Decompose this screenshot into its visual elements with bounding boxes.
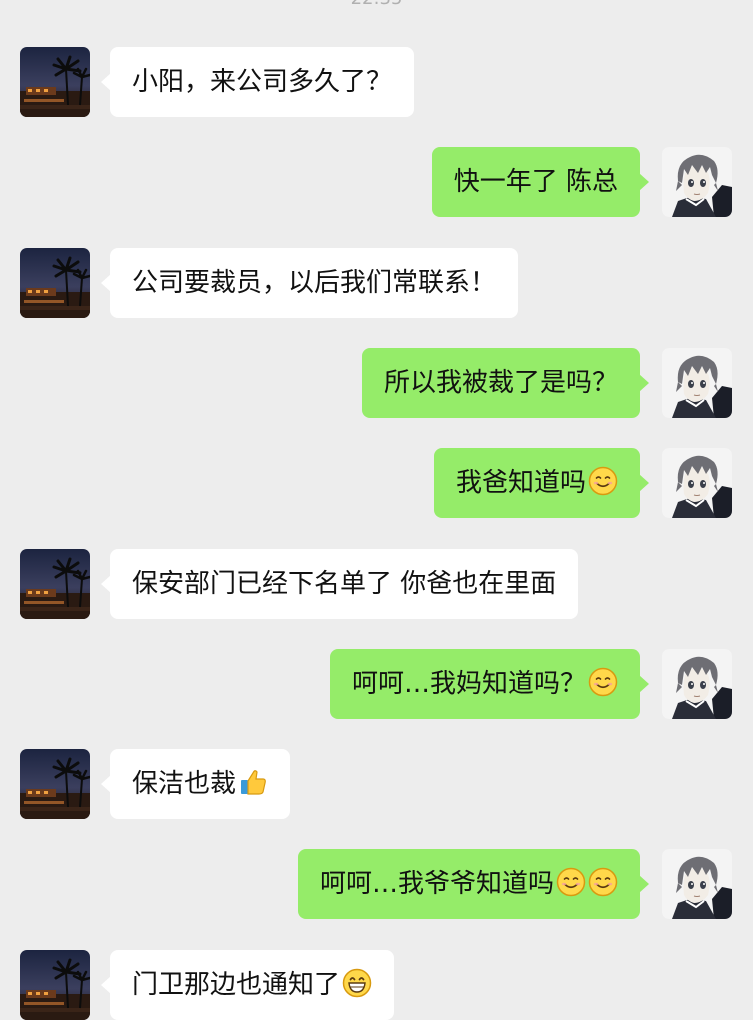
sent-message-bubble[interactable]: 快一年了 陈总 xyxy=(431,147,650,217)
message-text: 快一年了 陈总 xyxy=(453,167,618,197)
message-text: 呵呵…我爷爷知道吗 xyxy=(319,869,554,899)
message-row: 公司要裁员，以后我们常联系！ xyxy=(0,248,753,318)
palm-sunset-avatar-icon[interactable] xyxy=(20,950,90,1020)
message-row: 呵呵…我妈知道吗？ xyxy=(0,649,753,719)
smile-emoji-icon xyxy=(588,867,618,897)
message-text: 我爸知道吗 xyxy=(455,468,586,498)
thumbs-up-emoji-icon xyxy=(238,767,268,797)
message-row: 保洁也裁 xyxy=(0,749,753,819)
received-message-bubble[interactable]: 保安部门已经下名单了 你爸也在里面 xyxy=(100,549,579,619)
message-text: 门卫那边也通知了 xyxy=(132,970,341,1000)
message-text: 呵呵…我妈知道吗？ xyxy=(351,669,586,699)
received-message-bubble[interactable]: 保洁也裁 xyxy=(100,749,291,819)
anime-boy-avatar-icon[interactable] xyxy=(662,448,732,518)
anime-boy-avatar-icon[interactable] xyxy=(662,849,732,919)
received-message-bubble[interactable]: 小阳，来公司多久了？ xyxy=(100,47,415,117)
message-text: 保洁也裁 xyxy=(132,769,237,799)
anime-boy-avatar-icon[interactable] xyxy=(662,348,732,418)
received-message-bubble[interactable]: 公司要裁员，以后我们常联系！ xyxy=(100,248,519,318)
message-row: 所以我被裁了是吗？ xyxy=(0,348,753,418)
grin-emoji-icon xyxy=(342,968,372,998)
smile-emoji-icon xyxy=(556,867,586,897)
timestamp: 22:35 xyxy=(0,0,753,9)
anime-boy-avatar-icon[interactable] xyxy=(662,147,732,217)
message-row: 我爸知道吗 xyxy=(0,448,753,518)
sent-message-bubble[interactable]: 我爸知道吗 xyxy=(433,448,650,518)
sent-message-bubble[interactable]: 呵呵…我妈知道吗？ xyxy=(329,649,650,719)
smile-emoji-icon xyxy=(588,667,618,697)
received-message-bubble[interactable]: 门卫那边也通知了 xyxy=(100,950,395,1020)
message-text: 公司要裁员，以后我们常联系！ xyxy=(132,268,497,298)
message-row: 门卫那边也通知了 xyxy=(0,950,753,1020)
anime-boy-avatar-icon[interactable] xyxy=(662,649,732,719)
message-text: 小阳，来公司多久了？ xyxy=(132,67,393,97)
sent-message-bubble[interactable]: 呵呵…我爷爷知道吗 xyxy=(297,849,650,919)
message-text: 保安部门已经下名单了 你爸也在里面 xyxy=(132,569,557,599)
message-row: 快一年了 陈总 xyxy=(0,147,753,217)
palm-sunset-avatar-icon[interactable] xyxy=(20,47,90,117)
smile-emoji-icon xyxy=(588,466,618,496)
palm-sunset-avatar-icon[interactable] xyxy=(20,549,90,619)
message-row: 呵呵…我爷爷知道吗 xyxy=(0,849,753,919)
message-text: 所以我被裁了是吗？ xyxy=(383,368,618,398)
message-row: 保安部门已经下名单了 你爸也在里面 xyxy=(0,549,753,619)
message-row: 小阳，来公司多久了？ xyxy=(0,47,753,117)
palm-sunset-avatar-icon[interactable] xyxy=(20,749,90,819)
sent-message-bubble[interactable]: 所以我被裁了是吗？ xyxy=(361,348,650,418)
palm-sunset-avatar-icon[interactable] xyxy=(20,248,90,318)
